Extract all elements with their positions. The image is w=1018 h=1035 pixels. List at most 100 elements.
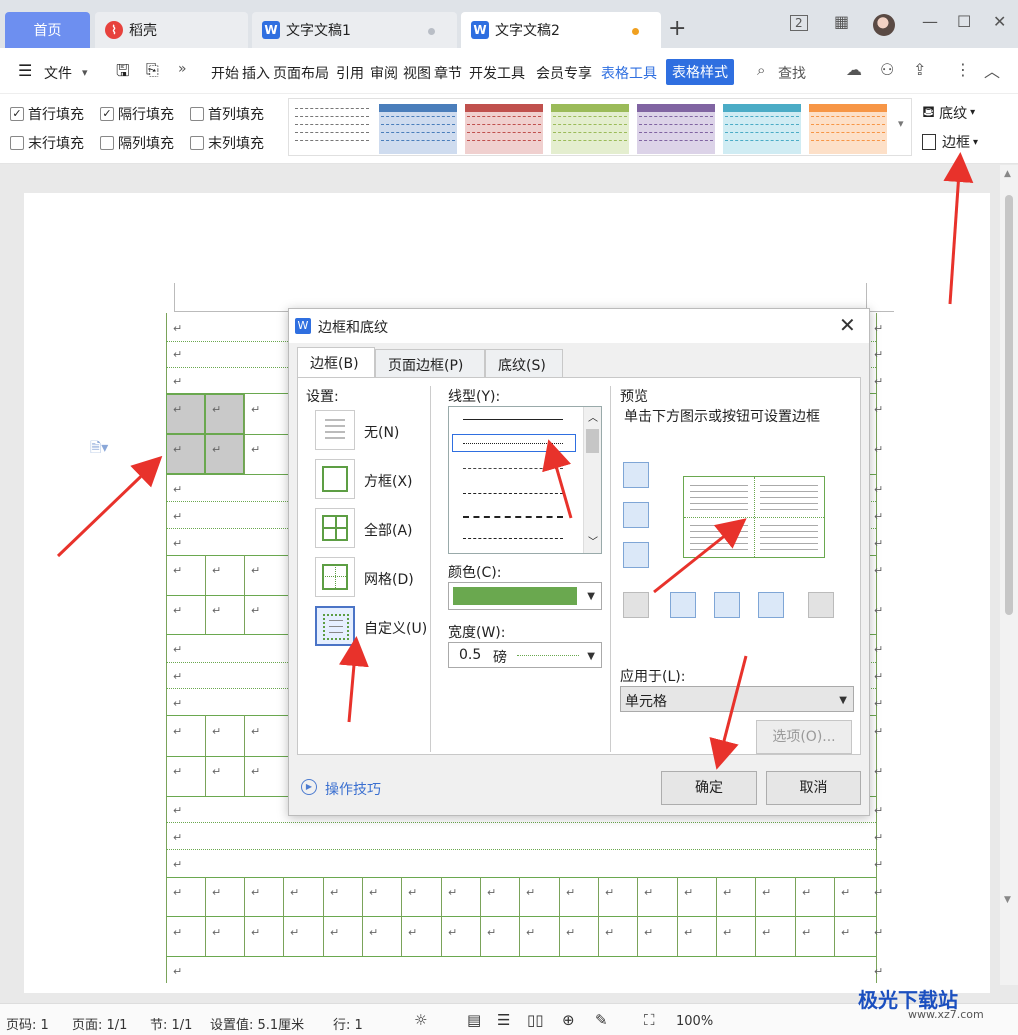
tab-daoke[interactable]: ⌇ 稻壳 bbox=[95, 12, 248, 48]
last-row-fill-checkbox[interactable]: 末行填充 bbox=[10, 133, 84, 153]
table-style-swatch[interactable] bbox=[723, 104, 801, 154]
menu-member[interactable]: 会员专享 bbox=[536, 63, 592, 83]
menu-references[interactable]: 引用 bbox=[336, 63, 364, 83]
menu-chapter[interactable]: 章节 bbox=[434, 63, 462, 83]
setting-all-icon[interactable] bbox=[315, 508, 355, 548]
options-button[interactable]: 选项(O)... bbox=[756, 720, 852, 754]
banded-columns-checkbox[interactable]: 隔列填充 bbox=[100, 133, 174, 153]
left-border-button[interactable] bbox=[670, 592, 696, 618]
table-style-swatch[interactable] bbox=[293, 104, 371, 154]
color-dropdown[interactable]: ▼ bbox=[448, 582, 602, 610]
setting-none-icon[interactable] bbox=[315, 410, 355, 450]
share-export-icon[interactable]: ⇪ bbox=[913, 60, 926, 79]
tab-doc2[interactable]: W 文字文稿2 bbox=[461, 12, 661, 48]
scroll-down-icon[interactable]: ﹀ bbox=[588, 533, 598, 548]
scroll-down-icon[interactable]: ▼ bbox=[1004, 895, 1011, 905]
setting-grid-icon[interactable] bbox=[315, 557, 355, 597]
menu-page-layout[interactable]: 页面布局 bbox=[273, 63, 329, 83]
shading-button[interactable]: ⛾ 底纹 ▾ bbox=[922, 102, 975, 123]
cancel-button[interactable]: 取消 bbox=[766, 771, 861, 805]
selected-cell[interactable] bbox=[205, 394, 244, 434]
border-preview[interactable] bbox=[683, 476, 825, 558]
setting-grid-label[interactable]: 网格(D) bbox=[364, 569, 414, 589]
last-column-fill-checkbox[interactable]: 末列填充 bbox=[190, 133, 264, 153]
setting-box-icon[interactable] bbox=[315, 459, 355, 499]
menu-search[interactable]: 查找 bbox=[778, 63, 806, 83]
setting-box-label[interactable]: 方框(X) bbox=[364, 471, 413, 491]
setting-custom-label[interactable]: 自定义(U) bbox=[364, 618, 427, 638]
menu-review[interactable]: 审阅 bbox=[370, 63, 398, 83]
more-options-icon[interactable]: ⋮ bbox=[955, 60, 971, 79]
gallery-more-icon[interactable]: ▾ bbox=[898, 117, 904, 130]
share-user-icon[interactable]: ⚇ bbox=[880, 60, 894, 79]
selected-cell[interactable] bbox=[166, 434, 205, 474]
chevron-down-icon[interactable]: ▾ bbox=[82, 66, 88, 79]
line-style-solid[interactable] bbox=[463, 419, 563, 420]
bottom-border-button[interactable] bbox=[623, 542, 649, 568]
play-tips-icon[interactable]: ▶ bbox=[301, 779, 317, 795]
table-style-swatch[interactable] bbox=[551, 104, 629, 154]
outline-view-icon[interactable]: ☰ bbox=[497, 1011, 510, 1029]
setting-all-label[interactable]: 全部(A) bbox=[364, 520, 413, 540]
dialog-title-bar[interactable]: W 边框和底纹 ✕ bbox=[289, 309, 869, 343]
apply-to-dropdown[interactable]: 单元格 ▼ bbox=[620, 686, 854, 712]
reading-view-icon[interactable]: ▯▯ bbox=[527, 1011, 544, 1029]
pen-icon[interactable]: ✎ bbox=[595, 1011, 608, 1029]
menu-start[interactable]: 开始 bbox=[211, 63, 239, 83]
table-style-swatch[interactable] bbox=[465, 104, 543, 154]
inner-vertical-border-button[interactable] bbox=[714, 592, 740, 618]
layout-switch-icon[interactable]: 2 bbox=[790, 15, 808, 31]
tips-link[interactable]: 操作技巧 bbox=[325, 779, 381, 799]
export-icon[interactable]: ⎘ bbox=[146, 60, 159, 80]
scroll-up-icon[interactable]: ▲ bbox=[1004, 169, 1011, 179]
selected-cell[interactable] bbox=[205, 434, 244, 474]
setting-custom-icon[interactable] bbox=[315, 606, 355, 646]
paragraph-handle-icon[interactable]: 🗎▾ bbox=[90, 437, 108, 461]
menu-table-tools[interactable]: 表格工具 bbox=[601, 63, 657, 83]
first-row-fill-checkbox[interactable]: ✓ 首行填充 bbox=[10, 104, 84, 124]
diagonal-up-border-button[interactable] bbox=[808, 592, 834, 618]
selected-cell[interactable] bbox=[166, 394, 205, 434]
tab-page-border[interactable]: 页面边框(P) bbox=[375, 349, 485, 377]
minimize-icon[interactable]: — bbox=[922, 12, 938, 31]
avatar[interactable] bbox=[873, 14, 895, 36]
setting-none-label[interactable]: 无(N) bbox=[364, 422, 399, 442]
scrollbar-thumb[interactable] bbox=[586, 429, 599, 453]
menu-insert[interactable]: 插入 bbox=[242, 63, 270, 83]
more-commands-icon[interactable]: » bbox=[178, 61, 187, 77]
ok-button[interactable]: 确定 bbox=[661, 771, 757, 805]
right-border-button[interactable] bbox=[758, 592, 784, 618]
first-column-fill-checkbox[interactable]: 首列填充 bbox=[190, 104, 264, 124]
maximize-icon[interactable]: ☐ bbox=[957, 12, 971, 31]
line-style-dashed-small[interactable] bbox=[463, 468, 563, 469]
top-border-button[interactable] bbox=[623, 462, 649, 488]
tab-borders[interactable]: 边框(B) bbox=[297, 347, 375, 378]
new-tab-button[interactable]: + bbox=[668, 16, 686, 41]
table-style-swatch[interactable] bbox=[809, 104, 887, 154]
line-style-list[interactable]: ︿ ﹀ bbox=[448, 406, 602, 554]
line-style-dotted[interactable] bbox=[463, 443, 563, 444]
diagonal-down-border-button[interactable] bbox=[623, 592, 649, 618]
border-button[interactable]: 边框 ▾ bbox=[922, 132, 978, 152]
tab-shading[interactable]: 底纹(S) bbox=[485, 349, 563, 377]
save-icon[interactable]: 🖫 bbox=[116, 60, 130, 87]
menu-table-style[interactable]: 表格样式 bbox=[666, 59, 734, 85]
apps-grid-icon[interactable]: ▦ bbox=[834, 12, 849, 31]
close-window-icon[interactable]: ✕ bbox=[993, 12, 1006, 31]
collapse-ribbon-icon[interactable]: ︿ bbox=[984, 58, 1000, 82]
menu-developer[interactable]: 开发工具 bbox=[469, 63, 525, 83]
scroll-up-icon[interactable]: ︿ bbox=[588, 409, 598, 424]
inner-horizontal-border-button[interactable] bbox=[623, 502, 649, 528]
close-tab-dot-icon[interactable] bbox=[428, 28, 435, 35]
zoom-level[interactable]: 100% bbox=[676, 1014, 713, 1029]
line-style-scrollbar[interactable]: ︿ ﹀ bbox=[583, 407, 601, 553]
line-style-dashed[interactable] bbox=[463, 493, 563, 494]
tab-doc1[interactable]: W 文字文稿1 bbox=[252, 12, 457, 48]
tab-home[interactable]: 首页 bbox=[5, 12, 90, 48]
web-view-icon[interactable]: ⊕ bbox=[562, 1011, 575, 1029]
width-dropdown[interactable]: 0.5 磅 ▼ bbox=[448, 642, 602, 668]
line-style-dash-dot-dot[interactable] bbox=[463, 538, 563, 539]
fit-page-icon[interactable]: ⛶ bbox=[644, 1011, 655, 1029]
brightness-icon[interactable]: ☼ bbox=[414, 1011, 427, 1029]
menu-file[interactable]: 文件 bbox=[44, 63, 72, 83]
